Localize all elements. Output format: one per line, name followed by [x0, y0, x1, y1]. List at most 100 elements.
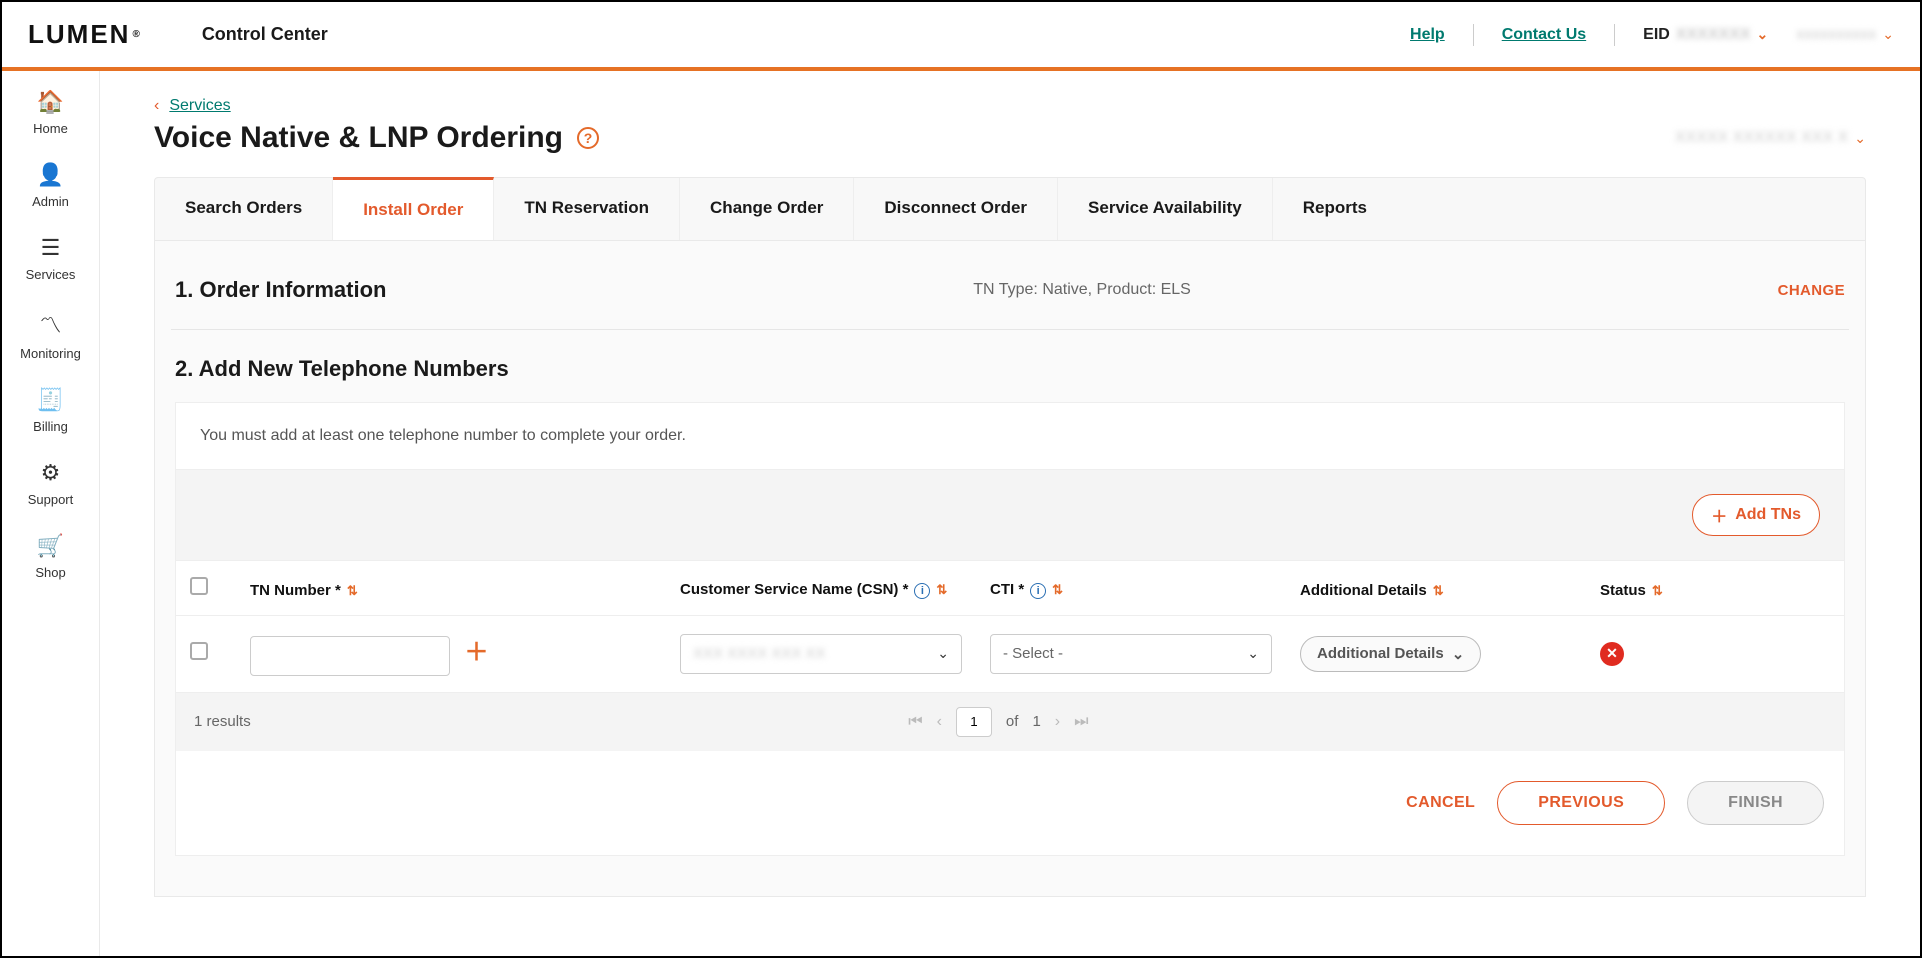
sidebar-item-shop[interactable]: 🛒Shop [35, 533, 65, 580]
col-tn-number[interactable]: TN Number *⇅ [236, 561, 666, 616]
page-of-label: of [1006, 713, 1019, 730]
footer-actions: CANCEL PREVIOUS FINISH [176, 751, 1844, 855]
sort-icon: ⇅ [1052, 582, 1063, 597]
first-page-icon[interactable]: ⏮ [908, 713, 922, 731]
chevron-down-icon: ⌄ [1247, 645, 1259, 662]
remove-row-icon[interactable]: ✕ [1600, 642, 1624, 666]
chevron-down-icon: ⌄ [1854, 130, 1866, 147]
col-status[interactable]: Status⇅ [1586, 561, 1844, 616]
eid-value: XXXXXXX [1676, 26, 1751, 44]
col-cti[interactable]: CTI *i⇅ [976, 561, 1286, 616]
module-tabs: Search Orders Install Order TN Reservati… [154, 177, 1866, 241]
sidebar-item-admin[interactable]: 👤 Admin [32, 162, 69, 209]
sidebar-item-home[interactable]: 🏠 Home [33, 89, 68, 136]
context-account-text: XXXXX XXXXXX XXX X [1675, 129, 1848, 147]
gear-icon: ⚙ [41, 460, 61, 486]
tn-card: You must add at least one telephone numb… [175, 402, 1845, 856]
chevron-down-icon: ⌄ [1452, 645, 1465, 663]
cancel-button[interactable]: CANCEL [1406, 794, 1475, 812]
page-title: Voice Native & LNP Ordering ? [154, 121, 599, 155]
activity-icon: 〽 [39, 308, 61, 340]
account-dropdown[interactable]: xxxxxxxxxx ⌄ [1796, 26, 1894, 44]
back-chevron-icon[interactable]: ‹ [154, 97, 159, 115]
top-header-right: Help Contact Us EID XXXXXXX ⌄ xxxxxxxxxx… [1410, 24, 1894, 46]
app-title: Control Center [202, 24, 328, 45]
select-all-checkbox[interactable] [190, 577, 208, 595]
sidebar-item-label: Billing [33, 419, 68, 434]
breadcrumb-services-link[interactable]: Services [169, 97, 230, 115]
page-total: 1 [1032, 713, 1040, 730]
info-icon[interactable]: i [1030, 583, 1046, 599]
pagination-bar: 1 results ⏮ ‹ of 1 › ⏭ [176, 693, 1844, 751]
sidebar-item-label: Services [26, 267, 76, 282]
col-csn[interactable]: Customer Service Name (CSN) *i⇅ [666, 561, 976, 616]
last-page-icon[interactable]: ⏭ [1074, 713, 1088, 731]
page-input[interactable] [956, 707, 992, 737]
cart-icon: 🛒 [37, 533, 64, 559]
brand-logo[interactable]: LUMEN® [28, 19, 142, 50]
section-add-telephone-numbers: 2. Add New Telephone Numbers You must ad… [171, 330, 1849, 856]
cti-select[interactable]: - Select - ⌄ [990, 634, 1272, 674]
sort-icon: ⇅ [347, 583, 358, 598]
row-checkbox[interactable] [190, 642, 208, 660]
eid-dropdown[interactable]: EID XXXXXXX ⌄ [1643, 26, 1768, 44]
document-icon: 🧾 [37, 387, 64, 413]
add-row-icon[interactable]: ＋ [464, 639, 488, 666]
help-link[interactable]: Help [1410, 26, 1445, 44]
cti-placeholder: - Select - [1003, 645, 1063, 662]
sidebar-item-label: Monitoring [20, 346, 81, 361]
section1-title: 1. Order Information [175, 277, 386, 303]
sidebar-item-label: Admin [32, 194, 69, 209]
sidebar-item-services[interactable]: ☰ Services [26, 235, 76, 282]
tab-install-order[interactable]: Install Order [333, 177, 494, 240]
tab-disconnect-order[interactable]: Disconnect Order [854, 178, 1058, 240]
tab-reports[interactable]: Reports [1273, 178, 1397, 240]
contact-us-link[interactable]: Contact Us [1502, 26, 1586, 44]
breadcrumb: ‹ Services [154, 97, 1866, 115]
finish-button[interactable]: FINISH [1687, 781, 1824, 825]
list-icon: ☰ [41, 235, 61, 261]
next-page-icon[interactable]: › [1055, 713, 1060, 731]
tn-toolbar: ＋ Add TNs [176, 469, 1844, 561]
csn-select[interactable]: XXX XXXX XXX XX ⌄ [680, 634, 962, 674]
section2-title: 2. Add New Telephone Numbers [175, 356, 1845, 382]
sidebar-item-monitoring[interactable]: 〽 Monitoring [20, 308, 81, 361]
sidebar-item-support[interactable]: ⚙Support [28, 460, 74, 507]
page-title-text: Voice Native & LNP Ordering [154, 121, 563, 155]
user-icon: 👤 [37, 162, 64, 188]
install-order-panel: 1. Order Information TN Type: Native, Pr… [154, 241, 1866, 897]
col-additional-details[interactable]: Additional Details⇅ [1286, 561, 1586, 616]
csn-value: XXX XXXX XXX XX [693, 645, 826, 662]
section1-meta: TN Type: Native, Product: ELS [973, 281, 1191, 299]
tab-tn-reservation[interactable]: TN Reservation [494, 178, 680, 240]
pagination-controls: ⏮ ‹ of 1 › ⏭ [908, 707, 1088, 737]
info-icon[interactable]: i [914, 583, 930, 599]
top-header: LUMEN® Control Center Help Contact Us EI… [2, 2, 1920, 71]
table-header-row: TN Number *⇅ Customer Service Name (CSN)… [176, 561, 1844, 616]
add-tns-button[interactable]: ＋ Add TNs [1692, 494, 1820, 536]
account-value: xxxxxxxxxx [1796, 26, 1876, 44]
plus-icon: ＋ [1711, 503, 1727, 527]
prev-page-icon[interactable]: ‹ [937, 713, 942, 731]
tab-change-order[interactable]: Change Order [680, 178, 854, 240]
additional-details-button[interactable]: Additional Details ⌄ [1300, 636, 1481, 672]
brand-logo-text: LUMEN [28, 19, 130, 50]
chevron-down-icon: ⌄ [1757, 26, 1769, 43]
previous-button[interactable]: PREVIOUS [1497, 781, 1665, 825]
sort-icon: ⇅ [1433, 583, 1444, 598]
context-account-dropdown[interactable]: XXXXX XXXXXX XXX X ⌄ [1675, 129, 1866, 147]
tab-service-availability[interactable]: Service Availability [1058, 178, 1273, 240]
home-icon: 🏠 [37, 89, 64, 115]
chevron-down-icon: ⌄ [937, 645, 949, 662]
sort-icon: ⇅ [1652, 583, 1663, 598]
results-count: 1 results [194, 713, 251, 730]
tn-number-input[interactable] [250, 636, 450, 676]
tab-search-orders[interactable]: Search Orders [155, 178, 333, 240]
change-button[interactable]: CHANGE [1778, 282, 1845, 299]
sidebar-item-label: Home [33, 121, 68, 136]
table-row: ＋ XXX XXXX XXX XX ⌄ [176, 616, 1844, 693]
help-icon[interactable]: ? [577, 127, 599, 149]
tn-table: TN Number *⇅ Customer Service Name (CSN)… [176, 561, 1844, 693]
sidebar-item-billing[interactable]: 🧾 Billing [33, 387, 68, 434]
chevron-down-icon: ⌄ [1882, 26, 1894, 43]
